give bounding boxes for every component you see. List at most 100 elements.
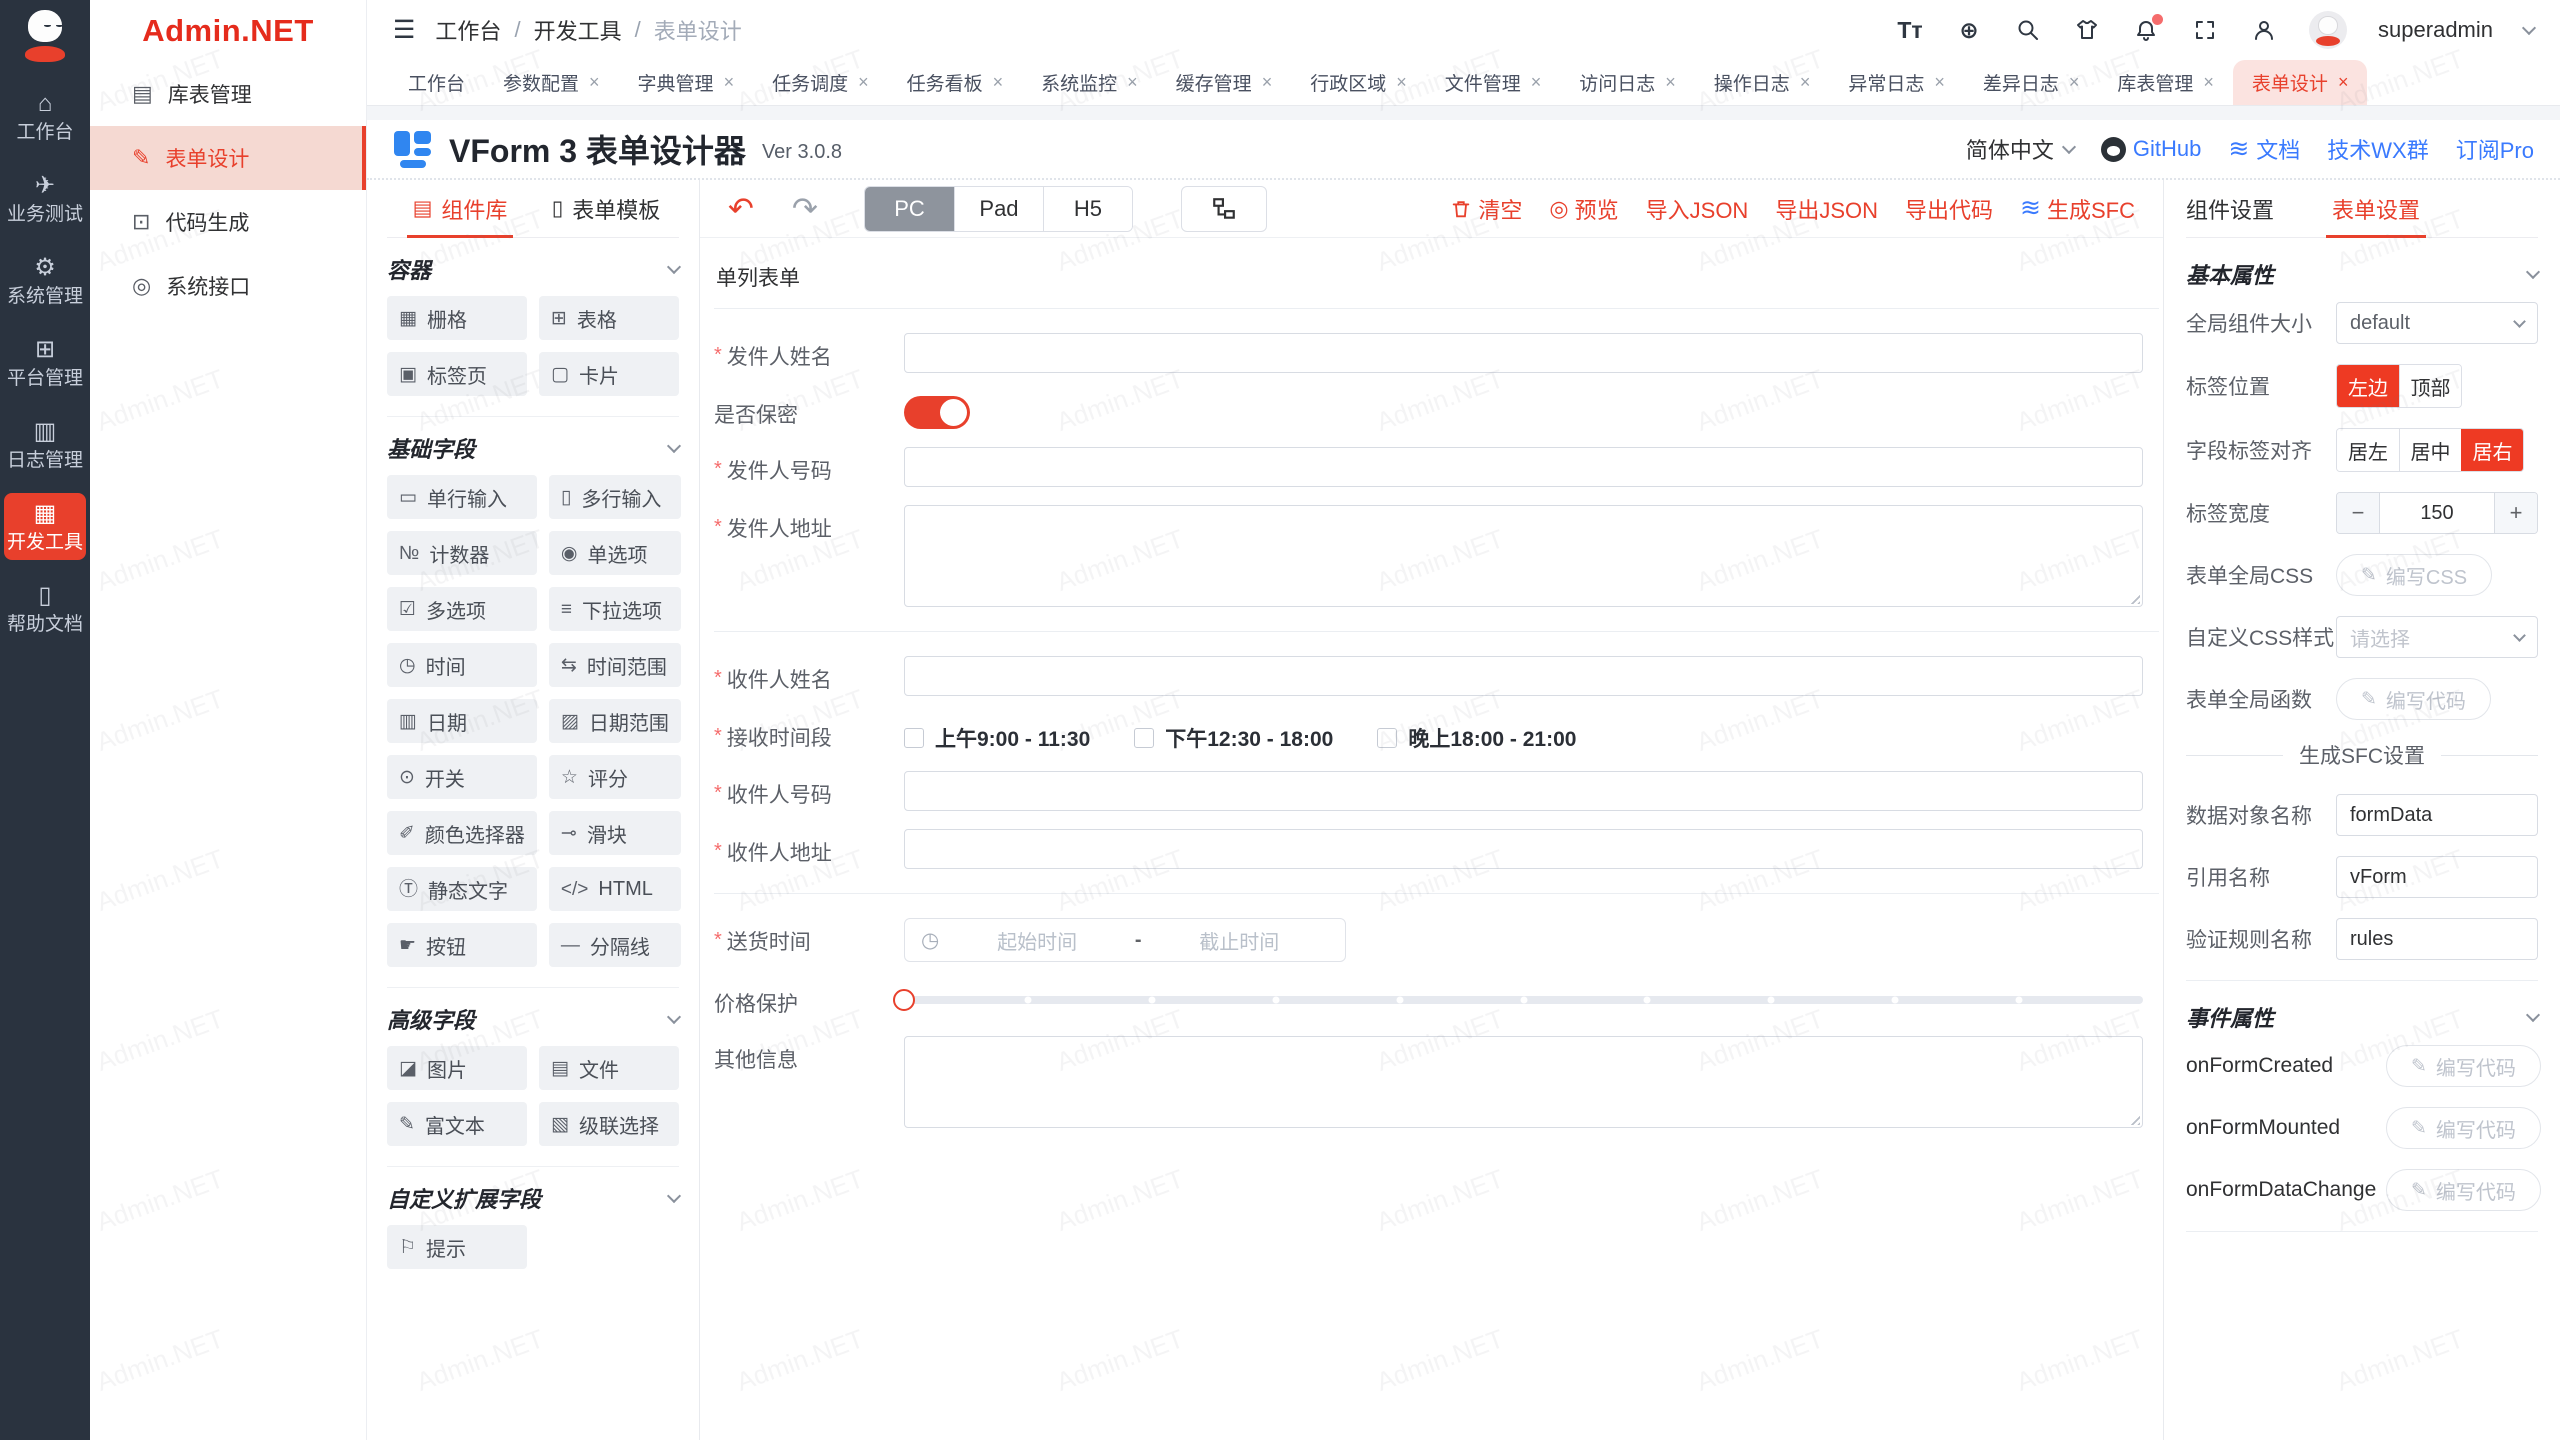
widget-radio[interactable]: ◉单选项 — [549, 531, 681, 575]
breadcrumb-item[interactable]: 工作台 — [435, 14, 501, 46]
widget-static-text[interactable]: Ⓣ静态文字 — [387, 867, 537, 911]
widget-date[interactable]: ▥日期 — [387, 699, 537, 743]
tab-widget-library[interactable]: ▤ 组件库 — [387, 180, 533, 237]
custom-css-select[interactable]: 请选择 — [2336, 616, 2538, 658]
page-tab[interactable]: 字典管理× — [619, 60, 754, 105]
timeslot-option-morning[interactable]: 上午9:00 - 11:30 — [904, 723, 1090, 753]
close-icon[interactable]: × — [1262, 72, 1273, 93]
collapse-menu-icon[interactable]: ☰ — [393, 15, 415, 45]
username[interactable]: superadmin — [2378, 17, 2493, 43]
language-icon[interactable]: ⊕ — [1955, 16, 1983, 44]
form-field-sender-phone[interactable]: *发件人号码 — [714, 447, 2159, 487]
close-icon[interactable]: × — [1396, 72, 1407, 93]
export-code-button[interactable]: 导出代码 — [1905, 193, 1993, 225]
fullscreen-icon[interactable] — [2191, 16, 2219, 44]
sidebar-item-db-tables[interactable]: ▤ 库表管理 — [90, 62, 366, 126]
form-field-receiver-address[interactable]: *收件人地址 — [714, 829, 2159, 869]
section-header[interactable]: 容器 — [387, 242, 679, 296]
sidebar-item-code-gen[interactable]: ⊡ 代码生成 — [90, 190, 366, 254]
section-header[interactable]: 基础字段 — [387, 421, 679, 475]
price-protection-slider[interactable] — [904, 996, 2143, 1004]
device-pad-button[interactable]: Pad — [954, 187, 1043, 231]
edit-code-button[interactable]: ✎编写代码 — [2386, 1169, 2541, 1211]
rail-item-log-mgmt[interactable]: ▥ 日志管理 — [4, 411, 86, 478]
close-icon[interactable]: × — [1531, 72, 1542, 93]
increase-button[interactable]: + — [2495, 493, 2537, 533]
widget-slider[interactable]: ⊸滑块 — [549, 811, 681, 855]
slider-handle[interactable] — [893, 989, 915, 1011]
form-title[interactable]: 单列表单 — [714, 254, 2159, 309]
timeslot-option-afternoon[interactable]: 下午12:30 - 18:00 — [1134, 723, 1333, 753]
close-icon[interactable]: × — [1127, 72, 1138, 93]
page-tab[interactable]: 行政区域× — [1291, 60, 1426, 105]
notification-icon[interactable] — [2132, 16, 2160, 44]
rail-item-platform-mgmt[interactable]: ⊞ 平台管理 — [4, 329, 86, 396]
form-field-sender-address[interactable]: *发件人地址 — [714, 505, 2159, 607]
widget-button[interactable]: ☛按钮 — [387, 923, 537, 967]
widget-alert[interactable]: ⚐提示 — [387, 1225, 527, 1269]
edit-code-button[interactable]: ✎编写代码 — [2386, 1045, 2541, 1087]
widget-tabs[interactable]: ▣标签页 — [387, 352, 527, 396]
close-icon[interactable]: × — [2203, 72, 2214, 93]
preview-button[interactable]: ◎ 预览 — [1549, 193, 1618, 225]
form-field-receive-timeslot[interactable]: *接收时间段 上午9:00 - 11:30 下午12:30 - 18:00 晚上… — [714, 714, 2159, 753]
checkbox-icon[interactable] — [904, 728, 924, 748]
close-icon[interactable]: × — [1800, 72, 1811, 93]
page-tab[interactable]: 文件管理× — [1426, 60, 1561, 105]
page-tab[interactable]: 任务看板× — [888, 60, 1023, 105]
other-info-textarea[interactable] — [904, 1036, 2143, 1128]
timeslot-option-evening[interactable]: 晚上18:00 - 21:00 — [1377, 723, 1576, 753]
edit-code-button[interactable]: ✎编写代码 — [2386, 1107, 2541, 1149]
widget-rich-text[interactable]: ✎富文本 — [387, 1102, 527, 1146]
tab-widget-settings[interactable]: 组件设置 — [2186, 180, 2274, 237]
edit-css-button[interactable]: ✎编写CSS — [2336, 554, 2492, 596]
decrease-button[interactable]: − — [2337, 493, 2379, 533]
widget-counter[interactable]: №计数器 — [387, 531, 537, 575]
tab-form-templates[interactable]: ▯ 表单模板 — [533, 180, 679, 237]
widget-card[interactable]: ▢卡片 — [539, 352, 679, 396]
rail-item-dev-tools[interactable]: ▦ 开发工具 — [4, 493, 86, 560]
sender-name-input[interactable] — [904, 333, 2143, 373]
page-tab[interactable]: 库表管理× — [2098, 60, 2233, 105]
page-tab-workbench[interactable]: 工作台 — [389, 60, 484, 105]
page-tab[interactable]: 系统监控× — [1022, 60, 1157, 105]
github-link[interactable]: GitHub — [2101, 136, 2201, 162]
rail-item-help-docs[interactable]: ▯ 帮助文档 — [4, 575, 86, 642]
profile-icon[interactable] — [2250, 16, 2278, 44]
form-field-other-info[interactable]: 其他信息 — [714, 1036, 2159, 1128]
close-icon[interactable]: × — [858, 72, 869, 93]
receiver-phone-input[interactable] — [904, 771, 2143, 811]
component-size-select[interactable]: default — [2336, 302, 2538, 344]
page-tab[interactable]: 参数配置× — [484, 60, 619, 105]
page-tab[interactable]: 任务调度× — [753, 60, 888, 105]
section-header[interactable]: 自定义扩展字段 — [387, 1171, 679, 1225]
checkbox-icon[interactable] — [1377, 728, 1397, 748]
rail-item-workbench[interactable]: ⌂ 工作台 — [4, 83, 86, 150]
close-icon[interactable]: × — [993, 72, 1004, 93]
close-icon[interactable]: × — [1665, 72, 1676, 93]
rules-name-input[interactable] — [2336, 918, 2538, 960]
widget-color-picker[interactable]: ✐颜色选择器 — [387, 811, 537, 855]
tab-form-settings[interactable]: 表单设置 — [2332, 180, 2420, 237]
export-json-button[interactable]: 导出JSON — [1775, 193, 1878, 225]
page-tab[interactable]: 操作日志× — [1695, 60, 1830, 105]
docs-link[interactable]: ≋文档 — [2228, 133, 2300, 165]
widget-table[interactable]: ⊞表格 — [539, 296, 679, 340]
widget-textarea[interactable]: ▯多行输入 — [549, 475, 681, 519]
page-tab-form-design[interactable]: 表单设计× — [2233, 60, 2368, 105]
widget-cascader[interactable]: ▧级联选择 — [539, 1102, 679, 1146]
rail-item-system-mgmt[interactable]: ⚙ 系统管理 — [4, 247, 86, 314]
sender-address-textarea[interactable] — [904, 505, 2143, 607]
page-tab[interactable]: 差异日志× — [1964, 60, 2099, 105]
confidential-toggle[interactable] — [904, 396, 970, 429]
form-field-confidential[interactable]: 是否保密 — [714, 391, 2159, 429]
widget-html[interactable]: </>HTML — [549, 867, 681, 911]
chevron-down-icon[interactable] — [2522, 20, 2536, 34]
language-select[interactable]: 简体中文 — [1966, 133, 2074, 165]
clear-button[interactable]: 清空 — [1450, 193, 1522, 225]
widget-rate[interactable]: ☆评分 — [549, 755, 681, 799]
start-time-placeholder[interactable]: 起始时间 — [947, 926, 1127, 955]
basic-props-header[interactable]: 基本属性 — [2186, 246, 2538, 302]
import-json-button[interactable]: 导入JSON — [1646, 193, 1749, 225]
rail-item-business-test[interactable]: ✈ 业务测试 — [4, 165, 86, 232]
